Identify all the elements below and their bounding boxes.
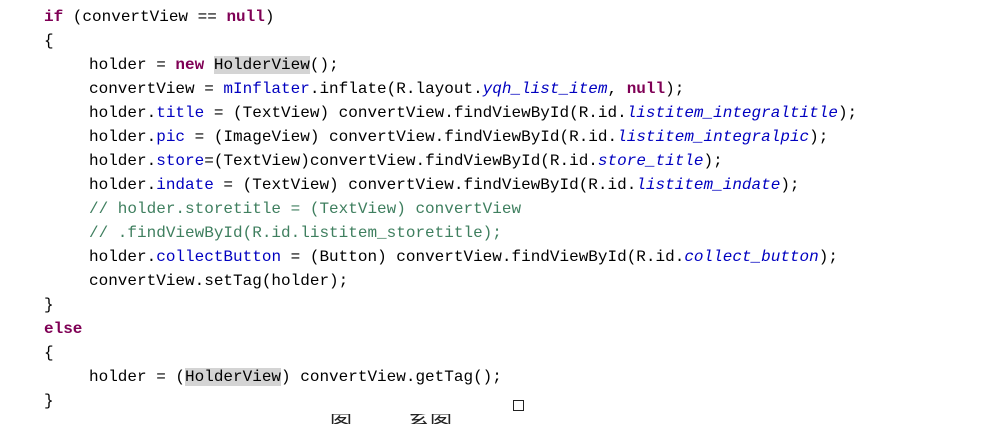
code-token: ) xyxy=(264,8,275,26)
code-token: .inflate(R.layout. xyxy=(309,80,483,98)
code-token: title xyxy=(156,104,205,122)
code-token: listitem_integralpic xyxy=(617,128,810,146)
code-token: = (TextView) convertView.findViewById(R.… xyxy=(204,104,627,122)
code-token: HolderView xyxy=(185,368,282,386)
code-token: convertView = xyxy=(89,80,224,98)
code-line[interactable]: else xyxy=(44,317,82,341)
code-line[interactable]: { xyxy=(44,341,54,365)
code-token: else xyxy=(44,320,83,338)
code-token: holder. xyxy=(89,152,157,170)
code-editor[interactable]: if (convertView == null) { holder = new Ho… xyxy=(0,0,994,424)
code-token: store xyxy=(156,152,205,170)
code-line[interactable]: holder.pic = (ImageView) convertView.fin… xyxy=(89,125,828,149)
code-token: ); xyxy=(780,176,800,194)
code-line[interactable]: { xyxy=(44,29,54,53)
cut-off-caption-text: 图 系图 xyxy=(330,414,452,424)
code-token: if xyxy=(44,8,64,26)
code-token: } xyxy=(44,392,54,410)
code-token: null xyxy=(626,80,666,98)
code-line[interactable]: holder.store=(TextView)convertView.findV… xyxy=(89,149,723,173)
code-token: store_title xyxy=(597,152,704,170)
code-token: , xyxy=(607,80,627,98)
code-token: // holder.storetitle = (TextView) conver… xyxy=(89,200,522,218)
code-token: =(TextView)convertView.findViewById(R.id… xyxy=(204,152,598,170)
code-token: yqh_list_item xyxy=(482,80,608,98)
code-token: holder. xyxy=(89,176,157,194)
code-token: collectButton xyxy=(156,248,282,266)
code-token: holder = ( xyxy=(89,368,186,386)
code-token: = (ImageView) convertView.findViewById(R… xyxy=(185,128,618,146)
code-token: = (Button) convertView.findViewById(R.id… xyxy=(281,248,685,266)
code-token: (); xyxy=(309,56,339,74)
code-line[interactable]: // .findViewById(R.id.listitem_storetitl… xyxy=(89,221,502,245)
code-token: ); xyxy=(818,248,838,266)
code-token: pic xyxy=(156,128,186,146)
code-line[interactable]: convertView.setTag(holder); xyxy=(89,269,348,293)
code-token: listitem_indate xyxy=(636,176,781,194)
code-token: holder = xyxy=(89,56,176,74)
code-token: null xyxy=(226,8,265,26)
code-line[interactable]: } xyxy=(44,389,54,413)
code-token: collect_button xyxy=(684,248,819,266)
code-line[interactable]: holder.title = (TextView) convertView.fi… xyxy=(89,101,857,125)
code-token: } xyxy=(44,296,54,314)
code-token: ); xyxy=(837,104,858,122)
code-token: holder. xyxy=(89,104,157,122)
code-line[interactable]: holder.collectButton = (Button) convertV… xyxy=(89,245,838,269)
code-token: ); xyxy=(665,80,685,98)
code-token: { xyxy=(44,344,54,362)
code-token: ); xyxy=(703,152,723,170)
code-token: (convertView == xyxy=(63,8,227,26)
code-token: ); xyxy=(809,128,829,146)
code-token: // .findViewById(R.id.listitem_storetitl… xyxy=(89,224,502,242)
code-token: convertView.setTag(holder); xyxy=(89,272,349,290)
code-line[interactable]: holder = (HolderView) convertView.getTag… xyxy=(89,365,502,389)
code-token: { xyxy=(44,32,54,50)
code-line[interactable]: } xyxy=(44,293,54,317)
code-line[interactable]: // holder.storetitle = (TextView) conver… xyxy=(89,197,521,221)
code-token: HolderView xyxy=(213,56,310,74)
code-token: holder. xyxy=(89,248,157,266)
code-token: ) convertView.getTag(); xyxy=(281,368,502,386)
code-token: mInflater xyxy=(223,80,310,98)
text-cursor-marker xyxy=(513,400,524,411)
code-line[interactable]: if (convertView == null) xyxy=(44,5,274,29)
code-line[interactable]: convertView = mInflater.inflate(R.layout… xyxy=(89,77,684,101)
code-token: = (TextView) convertView.findViewById(R.… xyxy=(213,176,637,194)
code-line[interactable]: holder.indate = (TextView) convertView.f… xyxy=(89,173,800,197)
code-token: indate xyxy=(156,176,214,194)
code-token: new xyxy=(175,56,205,74)
code-token: holder. xyxy=(89,128,157,146)
code-token: listitem_integraltitle xyxy=(626,104,838,122)
code-line[interactable]: holder = new HolderView(); xyxy=(89,53,339,77)
